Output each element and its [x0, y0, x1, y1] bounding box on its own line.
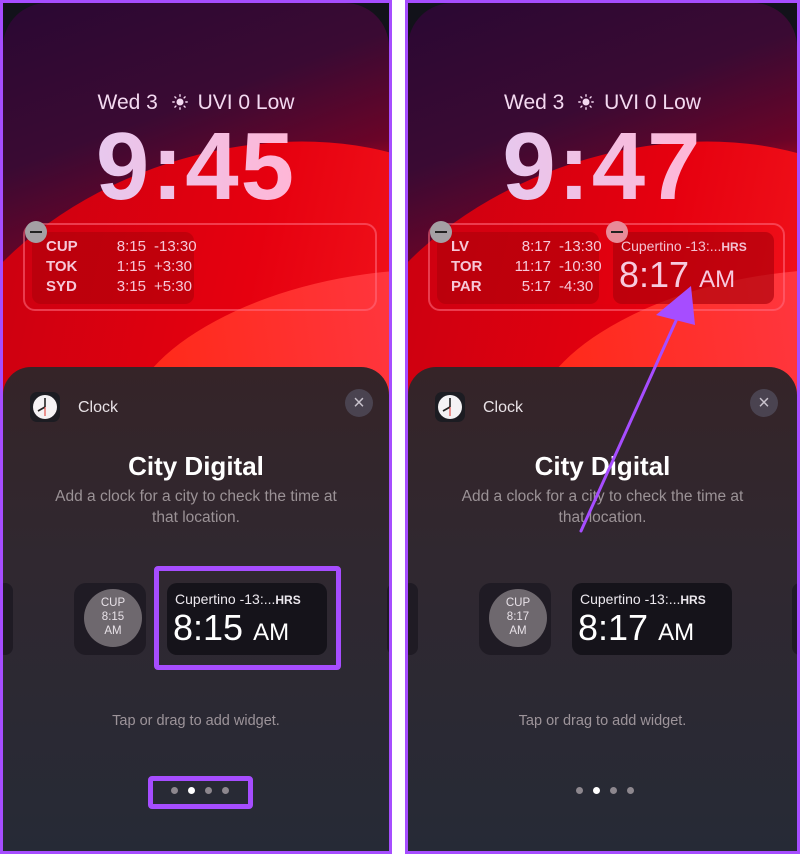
weather-label: UVI 0 Low	[197, 91, 295, 114]
hint-text: Tap or drag to add widget.	[112, 713, 280, 729]
arrow-shaft	[579, 301, 686, 533]
date-weather-line[interactable]: Wed 3 UVI 0 Low	[3, 91, 389, 115]
widget-description: Add a clock for a city to check the time…	[55, 488, 337, 526]
widget-title: City Digital	[128, 451, 264, 481]
next-widget-preview[interactable]	[387, 583, 389, 655]
circular-widget-preview[interactable]: CUP 8:15 AM	[74, 583, 146, 655]
app-name: Clock	[78, 399, 119, 416]
screenshot-panel-before: Wed 3 UVI 0 Low 9:45 CUP 8:15 -13:30 TOK…	[0, 0, 392, 854]
lockscreen-time[interactable]: 9:45	[3, 119, 389, 215]
remove-widget-button[interactable]	[25, 221, 47, 243]
previous-widget-preview[interactable]	[3, 583, 13, 655]
highlight-box-page-dots	[148, 776, 253, 809]
annotation-arrow	[579, 286, 695, 533]
arrow-head	[656, 286, 695, 325]
highlight-box-widget	[154, 566, 341, 670]
close-button[interactable]: ×	[345, 389, 373, 417]
date-label: Wed 3	[97, 91, 158, 114]
world-clock-widget[interactable]: CUP 8:15 -13:30 TOK 1:15 +3:30 SYD 3:15 …	[32, 232, 197, 304]
sun-icon	[171, 94, 188, 110]
clock-app-icon	[30, 392, 60, 422]
screenshot-panel-after: Wed 3 UVI 0 Low 9:47 LV 8:17 -13:30 TOR …	[405, 0, 800, 854]
